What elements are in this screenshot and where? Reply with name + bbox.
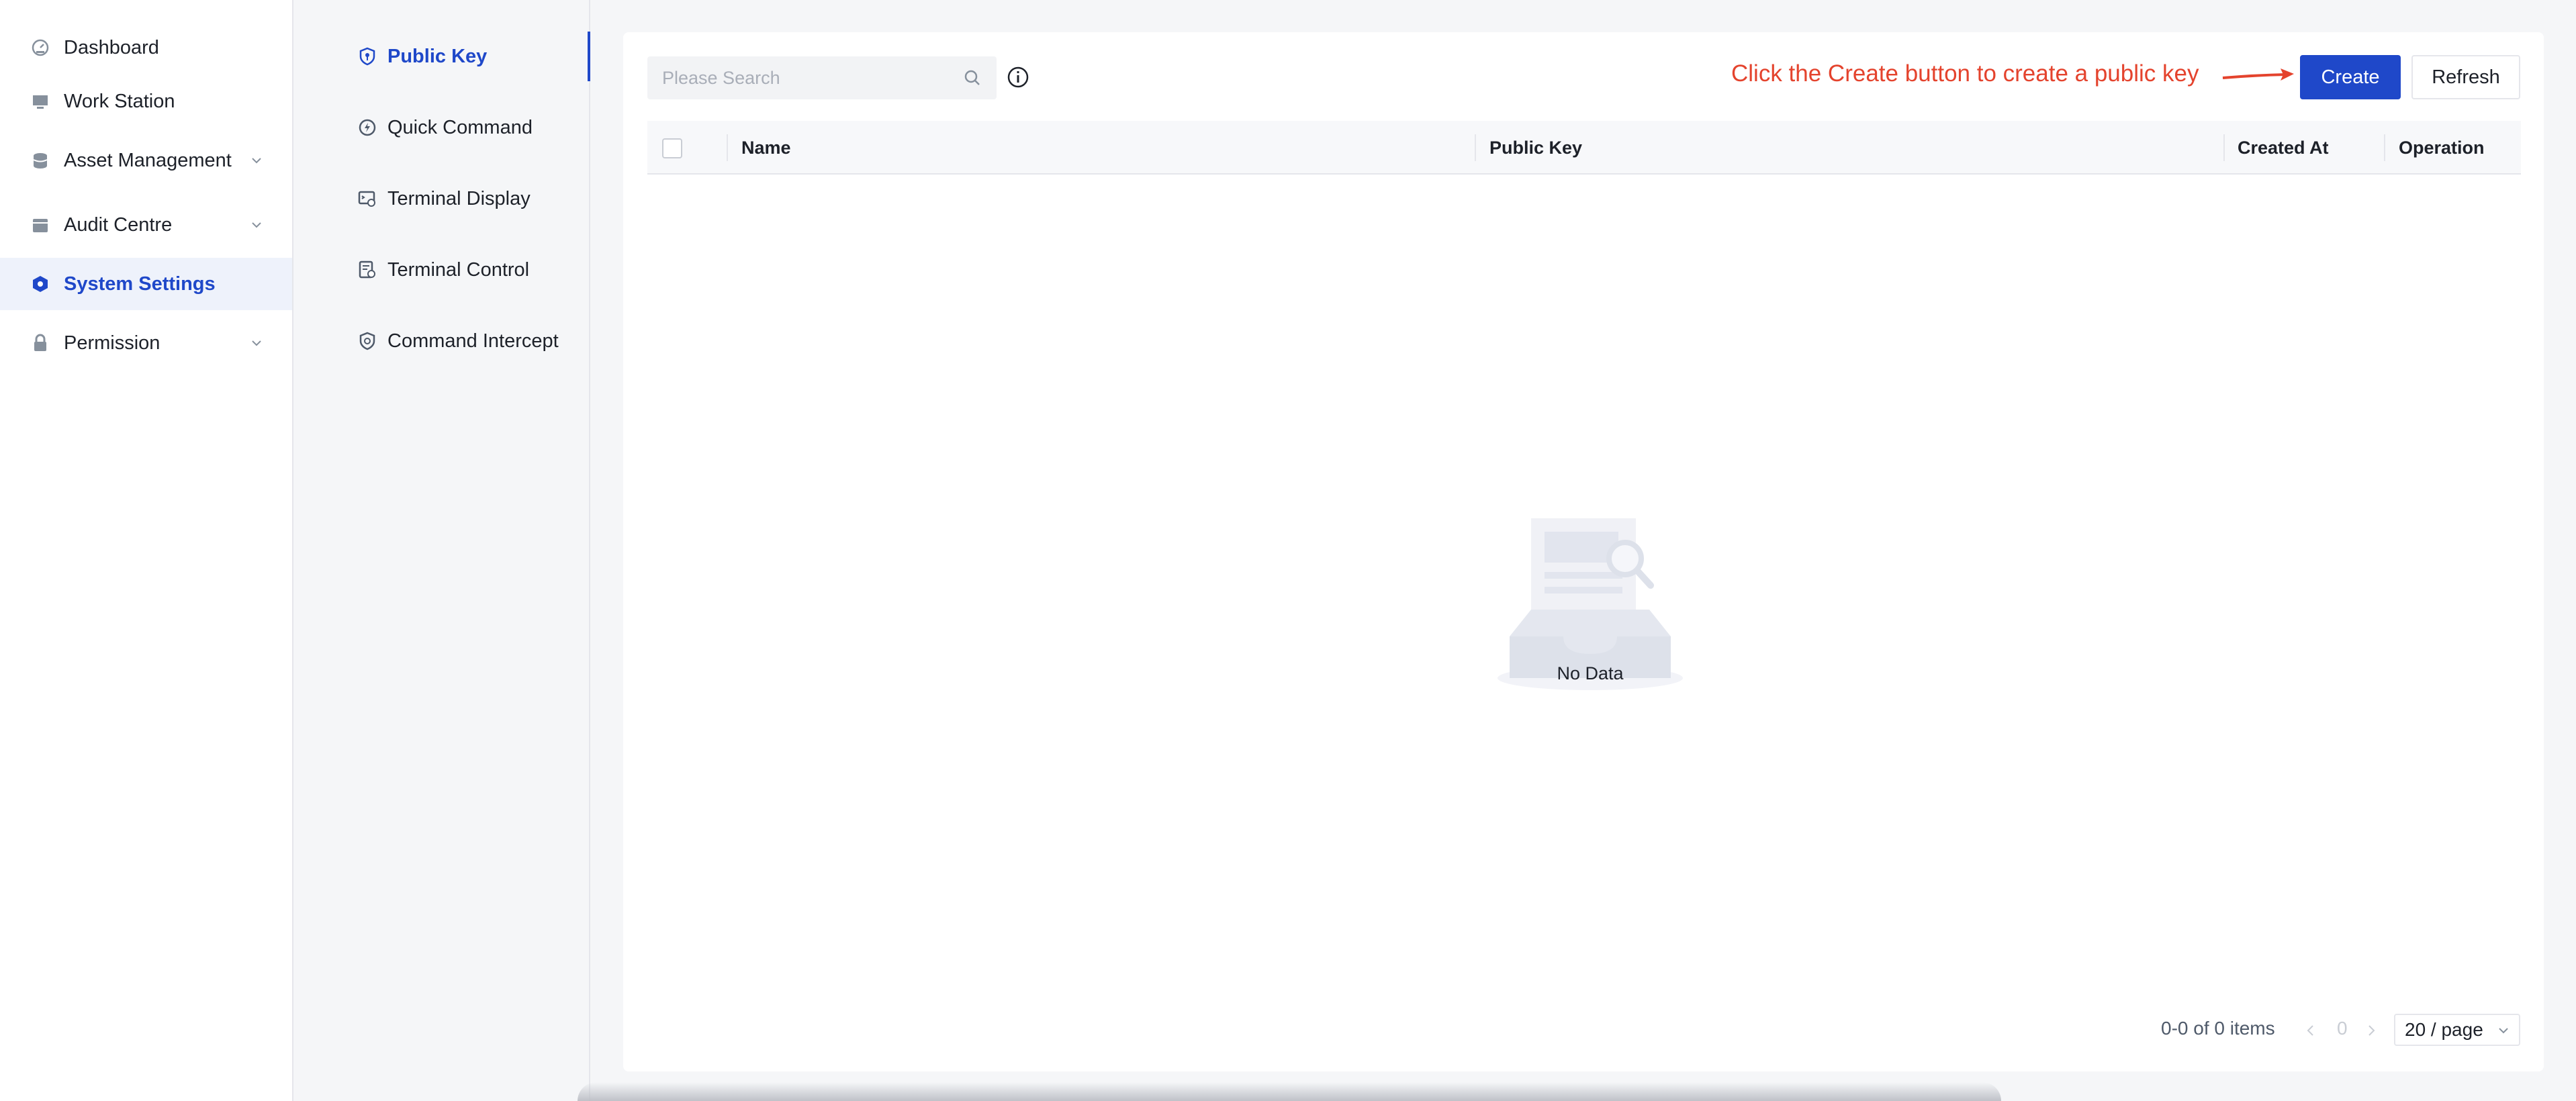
search-placeholder: Please Search bbox=[662, 67, 780, 88]
sidebar-item-label: Work Station bbox=[64, 90, 175, 112]
settings-item-public-key[interactable]: Public Key bbox=[293, 32, 590, 81]
settings-item-command-intercept[interactable]: Command Intercept bbox=[293, 316, 589, 366]
dashboard-icon bbox=[30, 38, 50, 58]
sidebar-item-dashboard[interactable]: Dashboard bbox=[0, 21, 292, 74]
sidebar: Dashboard Work Station Asset Management … bbox=[0, 0, 293, 1101]
chevron-down-icon bbox=[252, 222, 261, 228]
column-header-operation[interactable]: Operation bbox=[2399, 121, 2485, 175]
sidebar-item-label: System Settings bbox=[64, 273, 216, 295]
pagination-total: 0-0 of 0 items bbox=[2161, 1018, 2275, 1039]
sidebar-item-label: Audit Centre bbox=[64, 213, 173, 236]
settings-item-terminal-control[interactable]: Terminal Control bbox=[293, 245, 589, 295]
lock-icon bbox=[30, 333, 50, 353]
refresh-button[interactable]: Refresh bbox=[2411, 55, 2520, 99]
sidebar-item-label: Asset Management bbox=[64, 149, 232, 171]
select-all-checkbox[interactable] bbox=[662, 138, 682, 158]
settings-item-terminal-display[interactable]: Terminal Display bbox=[293, 174, 589, 224]
column-divider bbox=[2384, 134, 2385, 161]
column-header-name[interactable]: Name bbox=[741, 121, 791, 175]
sidebar-item-label: Dashboard bbox=[64, 36, 159, 58]
sidebar-item-system-settings[interactable]: System Settings bbox=[0, 258, 292, 310]
chevron-down-icon bbox=[252, 340, 261, 346]
page-size-select[interactable]: 20 / page bbox=[2394, 1014, 2520, 1046]
column-divider bbox=[727, 134, 728, 161]
page-size-value: 20 / page bbox=[2405, 1019, 2483, 1040]
public-key-panel: Please Search Click the Create button to… bbox=[623, 32, 2544, 1071]
gear-icon bbox=[30, 274, 50, 294]
calendar-icon bbox=[30, 215, 50, 235]
chevron-right-icon[interactable] bbox=[2362, 1022, 2380, 1039]
monitor-icon bbox=[30, 91, 50, 111]
sidebar-item-permission[interactable]: Permission bbox=[0, 317, 292, 369]
lightning-icon bbox=[359, 119, 376, 136]
instruction-annotation: Click the Create button to create a publ… bbox=[1731, 60, 2199, 87]
settings-menu: Public Key Quick Command Terminal Displa… bbox=[293, 0, 590, 1101]
settings-item-label: Public Key bbox=[387, 45, 488, 67]
table-header: Name Public Key Created At Operation bbox=[647, 121, 2521, 175]
current-page[interactable]: 0 bbox=[2337, 1018, 2348, 1039]
sidebar-item-work-station[interactable]: Work Station bbox=[0, 75, 292, 128]
column-header-created-at[interactable]: Created At bbox=[2238, 121, 2329, 175]
chevron-down-icon bbox=[252, 158, 261, 164]
settings-item-label: Quick Command bbox=[387, 116, 533, 138]
search-input[interactable]: Please Search bbox=[647, 56, 997, 99]
create-button[interactable]: Create bbox=[2300, 55, 2401, 99]
window-edge-shadow bbox=[578, 1082, 2001, 1101]
key-shield-icon bbox=[359, 47, 375, 66]
control-icon bbox=[359, 260, 375, 279]
info-icon[interactable] bbox=[1006, 65, 1030, 89]
sidebar-item-audit-centre[interactable]: Audit Centre bbox=[0, 199, 292, 251]
sidebar-item-label: Permission bbox=[64, 332, 160, 354]
settings-item-label: Terminal Control bbox=[387, 258, 530, 281]
display-icon bbox=[358, 191, 375, 207]
empty-state-text: No Data bbox=[1557, 663, 1624, 683]
settings-item-quick-command[interactable]: Quick Command bbox=[293, 103, 589, 152]
settings-item-label: Terminal Display bbox=[387, 187, 531, 209]
arrow-icon bbox=[2222, 68, 2294, 81]
chevron-down-icon bbox=[2499, 1028, 2508, 1034]
settings-item-label: Command Intercept bbox=[387, 330, 559, 352]
chevron-left-icon[interactable] bbox=[2302, 1022, 2319, 1039]
shield-icon bbox=[359, 332, 375, 350]
search-icon[interactable] bbox=[963, 68, 982, 87]
column-header-public-key[interactable]: Public Key bbox=[1489, 121, 1582, 175]
database-icon bbox=[30, 150, 50, 171]
column-divider bbox=[1475, 134, 1476, 161]
sidebar-item-asset-management[interactable]: Asset Management bbox=[0, 134, 292, 187]
column-divider bbox=[2223, 134, 2225, 161]
